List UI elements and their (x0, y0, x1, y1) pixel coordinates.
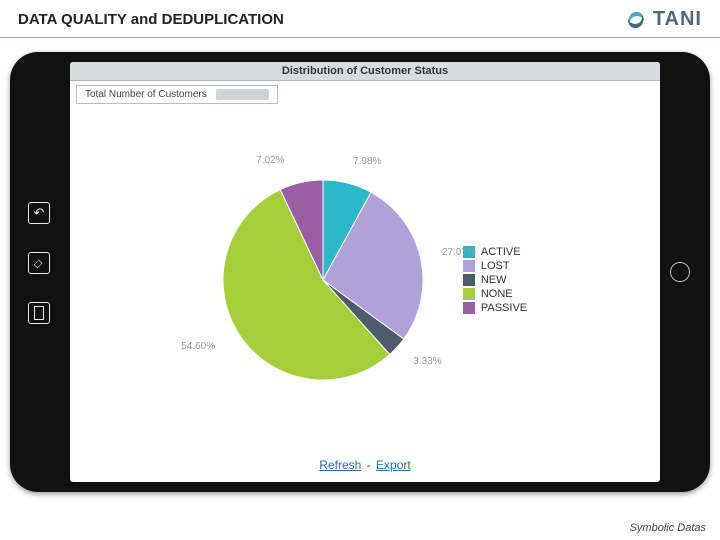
device-back-icon (28, 202, 50, 224)
legend-swatch (463, 274, 475, 286)
device-side-buttons (28, 202, 50, 324)
legend-label: NEW (481, 274, 507, 286)
chart-area: 7.98%27.07%3.33%54.60%7.02% ACTIVELOSTNE… (70, 108, 660, 452)
chart-title: Distribution of Customer Status (70, 62, 660, 81)
total-customers-label: Total Number of Customers (85, 89, 207, 100)
brand-text: TANI (653, 8, 702, 31)
device-home-icon (28, 252, 50, 274)
total-customers-value-redacted: 000000 (216, 89, 269, 100)
chart-footer-links: Refresh - Export (70, 452, 660, 482)
pie-label-lost: 27.07% (442, 247, 476, 258)
legend-item-lost: LOST (463, 260, 527, 272)
pie-label-none: 54.60% (181, 341, 215, 352)
legend-label: LOST (481, 260, 510, 272)
export-link[interactable]: Export (376, 458, 411, 472)
link-separator: - (367, 458, 371, 472)
legend-label: PASSIVE (481, 302, 527, 314)
pie-label-active: 7.98% (353, 156, 381, 167)
total-customers-box: Total Number of Customers 000000 (70, 81, 660, 108)
legend-item-none: NONE (463, 288, 527, 300)
device-power-icon (670, 262, 690, 282)
tablet-device-frame: Distribution of Customer Status Total Nu… (10, 52, 710, 492)
legend-swatch (463, 302, 475, 314)
pie-label-passive: 7.02% (256, 155, 284, 166)
legend-item-passive: PASSIVE (463, 302, 527, 314)
legend-swatch (463, 288, 475, 300)
legend-label: NONE (481, 288, 513, 300)
brand-mark-icon (625, 9, 647, 31)
device-recent-icon (28, 302, 50, 324)
pie-chart: 7.98%27.07%3.33%54.60%7.02% (203, 160, 443, 400)
refresh-link[interactable]: Refresh (319, 458, 361, 472)
legend-item-new: NEW (463, 274, 527, 286)
legend-label: ACTIVE (481, 246, 521, 258)
legend-swatch (463, 260, 475, 272)
slide-header: DATA QUALITY and DEDUPLICATION TANI (0, 0, 720, 38)
pie-label-new: 3.33% (413, 356, 441, 367)
footnote: Symbolic Datas (630, 522, 706, 534)
tablet-screen: Distribution of Customer Status Total Nu… (70, 62, 660, 482)
brand-logo: TANI (625, 8, 702, 31)
page-title: DATA QUALITY and DEDUPLICATION (18, 11, 284, 28)
